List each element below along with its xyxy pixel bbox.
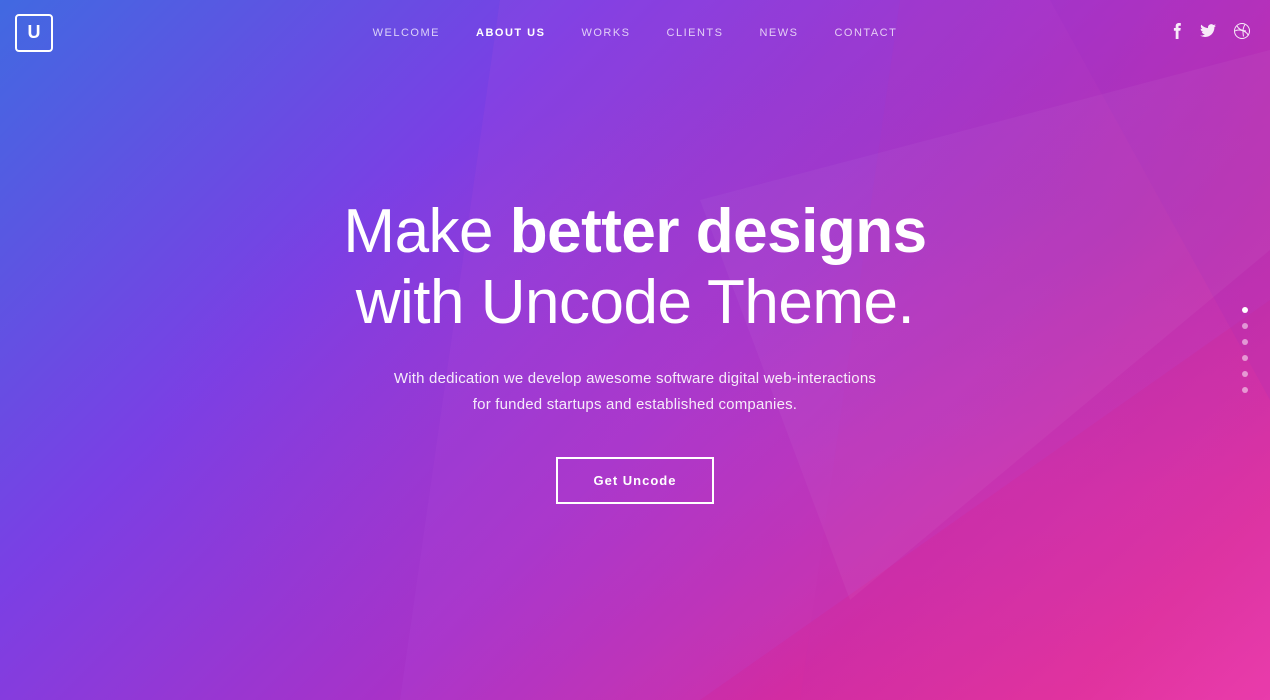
subtext-line1: With dedication we develop awesome softw…	[394, 370, 876, 387]
get-uncode-button[interactable]: Get Uncode	[556, 457, 715, 504]
facebook-icon[interactable]	[1173, 23, 1182, 42]
dot-3[interactable]	[1242, 339, 1248, 345]
hero-section: U WELCOME ABOUT US WORKS CLIENTS NEWS CO…	[0, 0, 1270, 700]
dot-6[interactable]	[1242, 387, 1248, 393]
dot-1[interactable]	[1242, 307, 1248, 313]
dribbble-icon[interactable]	[1234, 23, 1250, 42]
dot-4[interactable]	[1242, 355, 1248, 361]
hero-subtext: With dedication we develop awesome softw…	[343, 366, 926, 417]
headline-part2: with Uncode Theme.	[356, 268, 914, 337]
headline-bold-designs: designs	[696, 197, 927, 266]
logo[interactable]: U	[15, 14, 53, 52]
logo-letter: U	[28, 22, 41, 43]
nav-about[interactable]: ABOUT US	[476, 27, 545, 39]
nav-welcome[interactable]: WELCOME	[373, 27, 440, 39]
nav-contact[interactable]: CONTACT	[834, 27, 897, 39]
hero-content: Make better designs with Uncode Theme. W…	[343, 196, 926, 505]
subtext-line2: for funded startups and established comp…	[473, 396, 797, 413]
dot-5[interactable]	[1242, 371, 1248, 377]
navbar: U WELCOME ABOUT US WORKS CLIENTS NEWS CO…	[0, 0, 1270, 65]
hero-headline: Make better designs with Uncode Theme.	[343, 196, 926, 339]
nav-links: WELCOME ABOUT US WORKS CLIENTS NEWS CONT…	[373, 27, 898, 39]
nav-news[interactable]: NEWS	[759, 27, 798, 39]
dot-2[interactable]	[1242, 323, 1248, 329]
headline-bold-better: better	[510, 197, 679, 266]
side-navigation-dots	[1242, 307, 1248, 393]
nav-clients[interactable]: CLIENTS	[667, 27, 724, 39]
twitter-icon[interactable]	[1200, 24, 1216, 41]
nav-works[interactable]: WORKS	[581, 27, 630, 39]
social-links	[1173, 23, 1250, 42]
headline-part1: Make better designs	[343, 197, 926, 266]
